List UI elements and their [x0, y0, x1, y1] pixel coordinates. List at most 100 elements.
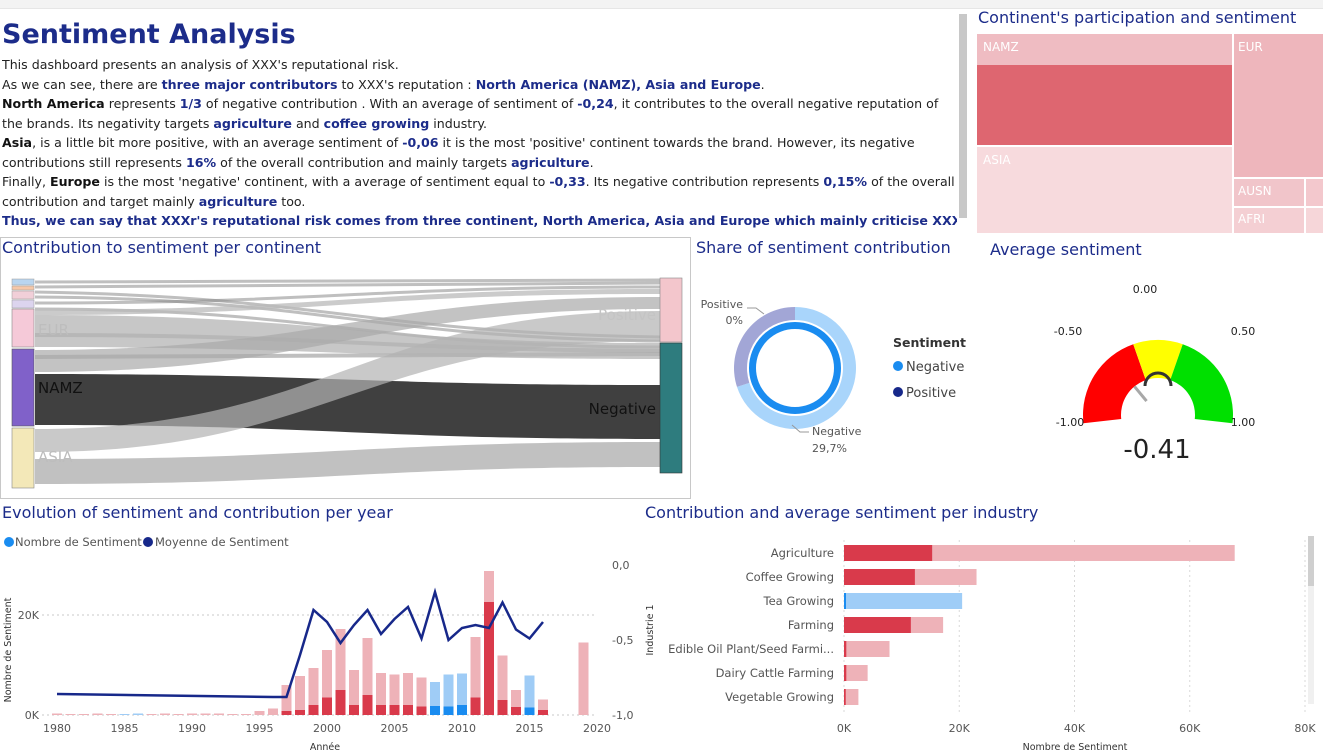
sankey-node-positive[interactable]: [659, 277, 683, 343]
treemap-tile-ausn[interactable]: AUSN: [1234, 179, 1304, 206]
industry-bar[interactable]: [844, 665, 868, 681]
industry-bar-negative[interactable]: [844, 617, 911, 633]
evolution-bar-negative[interactable]: [308, 705, 319, 715]
sankey-flow-asia-negative[interactable]: [35, 442, 660, 484]
industry-category-label: Farming: [788, 618, 834, 632]
intro-segment: , is a little bit more positive, with an…: [32, 135, 403, 150]
evolution-bar-negative[interactable]: [416, 706, 427, 716]
industry-bars[interactable]: [844, 545, 1235, 705]
evolution-bar-negative[interactable]: [511, 707, 521, 715]
evolution-bar[interactable]: [200, 713, 211, 716]
evolution-bar-negative[interactable]: [430, 706, 440, 715]
industry-bar[interactable]: [844, 689, 859, 705]
evolution-bar[interactable]: [106, 714, 116, 715]
treemap-tile-afri[interactable]: AFRI: [1234, 208, 1304, 233]
intro-segment: of the overall contribution and mainly t…: [216, 154, 512, 170]
sankey-node-eur[interactable]: [11, 308, 35, 348]
donut-inner-ring[interactable]: [749, 322, 841, 414]
donut-legend-positive-swatch: [893, 387, 903, 397]
evolution-bar[interactable]: [146, 714, 157, 715]
industry-xtick: 80K: [1294, 722, 1316, 735]
evolution-bar[interactable]: [173, 714, 184, 715]
intro-segment: -0,06: [402, 135, 439, 150]
evolution-bar[interactable]: [295, 676, 305, 715]
page-title: Sentiment Analysis: [2, 19, 296, 50]
evolution-bar[interactable]: [254, 711, 265, 715]
industry-ticks: 0K 20K 40K 60K 80K: [837, 722, 1316, 735]
evolution-bar[interactable]: [268, 708, 278, 716]
evolution-bar-negative[interactable]: [538, 710, 548, 715]
evolution-bar[interactable]: [92, 713, 103, 716]
treemap-tile-small-2[interactable]: [1306, 208, 1323, 233]
industry-bar-negative[interactable]: [844, 641, 847, 657]
sankey-node-namz[interactable]: [11, 348, 35, 427]
intro-segment: 0,15%: [823, 174, 868, 189]
industry-bar[interactable]: [844, 641, 890, 657]
sankey-node-asia[interactable]: [11, 427, 35, 489]
evolution-bar-negative[interactable]: [403, 705, 413, 715]
evolution-bar-negative[interactable]: [470, 697, 481, 716]
industry-scrollbar[interactable]: [1308, 536, 1314, 586]
industry-bar-negative[interactable]: [844, 689, 846, 705]
evolution-bar[interactable]: [187, 713, 197, 716]
evolution-bar-negative[interactable]: [524, 707, 535, 716]
sankey-node-negative[interactable]: [659, 342, 683, 474]
intro-panel: Sentiment Analysis This dashboard presen…: [2, 18, 957, 230]
donut-slice-positive[interactable]: [734, 307, 795, 387]
evolution-bar[interactable]: [241, 714, 251, 715]
evolution-bar[interactable]: [119, 714, 130, 715]
industry-bar-negative[interactable]: [844, 569, 915, 585]
sankey-label-negative: Negative: [589, 400, 656, 418]
industry-xtick: 20K: [949, 722, 971, 735]
gauge-tick-max: 1.00: [1231, 416, 1256, 429]
intro-segment: Asia: [2, 135, 33, 150]
gauge-chart: 0.00 -0.50 0.50 -1.00 1.00 -0.41: [1054, 283, 1256, 465]
intro-line-4: Asia, is a little bit more positive, wit…: [2, 133, 957, 172]
evolution-bar[interactable]: [160, 713, 170, 716]
evolution-bar[interactable]: [79, 714, 89, 715]
evolution-bar[interactable]: [227, 714, 238, 715]
gauge-tick-half: 0.50: [1231, 325, 1256, 338]
evolution-bar[interactable]: [214, 713, 224, 716]
sankey-label-asia: ASIA: [38, 448, 73, 466]
industry-categories: Agriculture Coffee Growing Tea Growing Farm…: [668, 546, 834, 704]
donut-legend-negative-swatch: [893, 361, 903, 371]
industry-category-label: Dairy Cattle Farming: [716, 666, 834, 680]
intro-scrollbar[interactable]: [959, 14, 967, 218]
evolution-bar-negative[interactable]: [322, 697, 332, 716]
evolution-bar-negative[interactable]: [443, 706, 454, 716]
evolution-bar[interactable]: [578, 642, 589, 716]
evolution-bar-negative[interactable]: [335, 690, 346, 715]
treemap-tile-small[interactable]: [1306, 179, 1323, 206]
industry-bar-accent: [844, 593, 846, 609]
evolution-bar-negative[interactable]: [362, 695, 373, 715]
evolution-bar[interactable]: [65, 714, 76, 715]
donut-chart: Positive 0% Negative 29,7% Sentiment Neg…: [701, 298, 966, 455]
industry-category-label: Vegetable Growing: [725, 690, 834, 704]
donut-rings[interactable]: [734, 307, 856, 429]
treemap-label-asia: ASIA: [983, 153, 1011, 167]
evolution-bar-negative[interactable]: [295, 710, 305, 715]
evolution-bar-negative[interactable]: [281, 711, 292, 715]
treemap-tile-asia[interactable]: ASIA: [977, 147, 1232, 233]
treemap-tile-eur[interactable]: EUR: [1234, 34, 1323, 177]
intro-segment: agriculture: [198, 193, 278, 209]
evolution-bar[interactable]: [133, 713, 143, 716]
industry-bar[interactable]: [844, 593, 963, 609]
evolution-bars[interactable]: [52, 571, 589, 715]
evolution-bar-negative[interactable]: [376, 705, 386, 715]
industry-bar-negative[interactable]: [844, 545, 933, 561]
donut-leader-positive: [747, 307, 765, 315]
evolution-bar-negative[interactable]: [349, 705, 359, 715]
industry-bar-negative[interactable]: [844, 665, 847, 681]
donut-title: Share of sentiment contribution: [696, 238, 951, 257]
intro-segment: .: [760, 76, 765, 92]
evolution-bar-negative[interactable]: [389, 705, 400, 715]
evolution-bar-negative[interactable]: [497, 700, 508, 715]
treemap-tile-namz[interactable]: NAMZ: [977, 34, 1232, 145]
intro-segment: Europe: [49, 174, 100, 189]
evolution-bar[interactable]: [52, 713, 62, 716]
intro-segment: industry.: [429, 115, 488, 131]
evolution-bar-negative[interactable]: [457, 705, 467, 715]
donut-label-positive-pct: 0%: [726, 314, 743, 327]
